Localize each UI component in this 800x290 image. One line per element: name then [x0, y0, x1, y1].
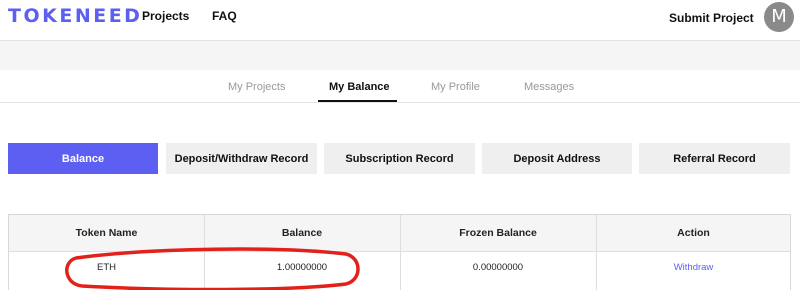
referral-record-button[interactable]: Referral Record — [639, 143, 790, 174]
header-action: Action — [677, 227, 710, 239]
tab-my-profile[interactable]: My Profile — [431, 81, 480, 93]
account-tabs: My Projects My Balance My Profile Messag… — [0, 70, 800, 103]
header-band — [0, 40, 800, 70]
tab-my-balance[interactable]: My Balance — [329, 81, 390, 93]
avatar[interactable]: M — [764, 2, 794, 32]
nav-faq-link[interactable]: FAQ — [212, 9, 237, 23]
balance-table: Token Name Balance Frozen Balance Action… — [8, 214, 791, 290]
deposit-withdraw-record-button[interactable]: Deposit/Withdraw Record — [166, 143, 317, 174]
subscription-record-button[interactable]: Subscription Record — [324, 143, 475, 174]
header-balance: Balance — [281, 227, 323, 239]
nav-projects-link[interactable]: Projects — [142, 9, 189, 23]
submit-project-link[interactable]: Submit Project — [669, 11, 754, 25]
header-frozen-balance: Frozen Balance — [459, 227, 537, 239]
withdraw-link[interactable]: Withdraw — [596, 253, 791, 283]
tab-my-projects[interactable]: My Projects — [228, 81, 285, 93]
header-token-name: Token Name — [75, 227, 138, 239]
logo[interactable]: TOKENEED — [8, 5, 142, 27]
active-tab-underline — [318, 100, 397, 102]
cell-balance: 1.00000000 — [276, 262, 328, 273]
tab-messages[interactable]: Messages — [524, 81, 574, 93]
top-header: TOKENEED Projects FAQ Submit Project M — [0, 0, 800, 40]
cell-frozen-balance: 0.00000000 — [472, 262, 524, 273]
deposit-address-button[interactable]: Deposit Address — [482, 143, 632, 174]
balance-button[interactable]: Balance — [8, 143, 158, 174]
cell-token-name: ETH — [97, 262, 116, 273]
